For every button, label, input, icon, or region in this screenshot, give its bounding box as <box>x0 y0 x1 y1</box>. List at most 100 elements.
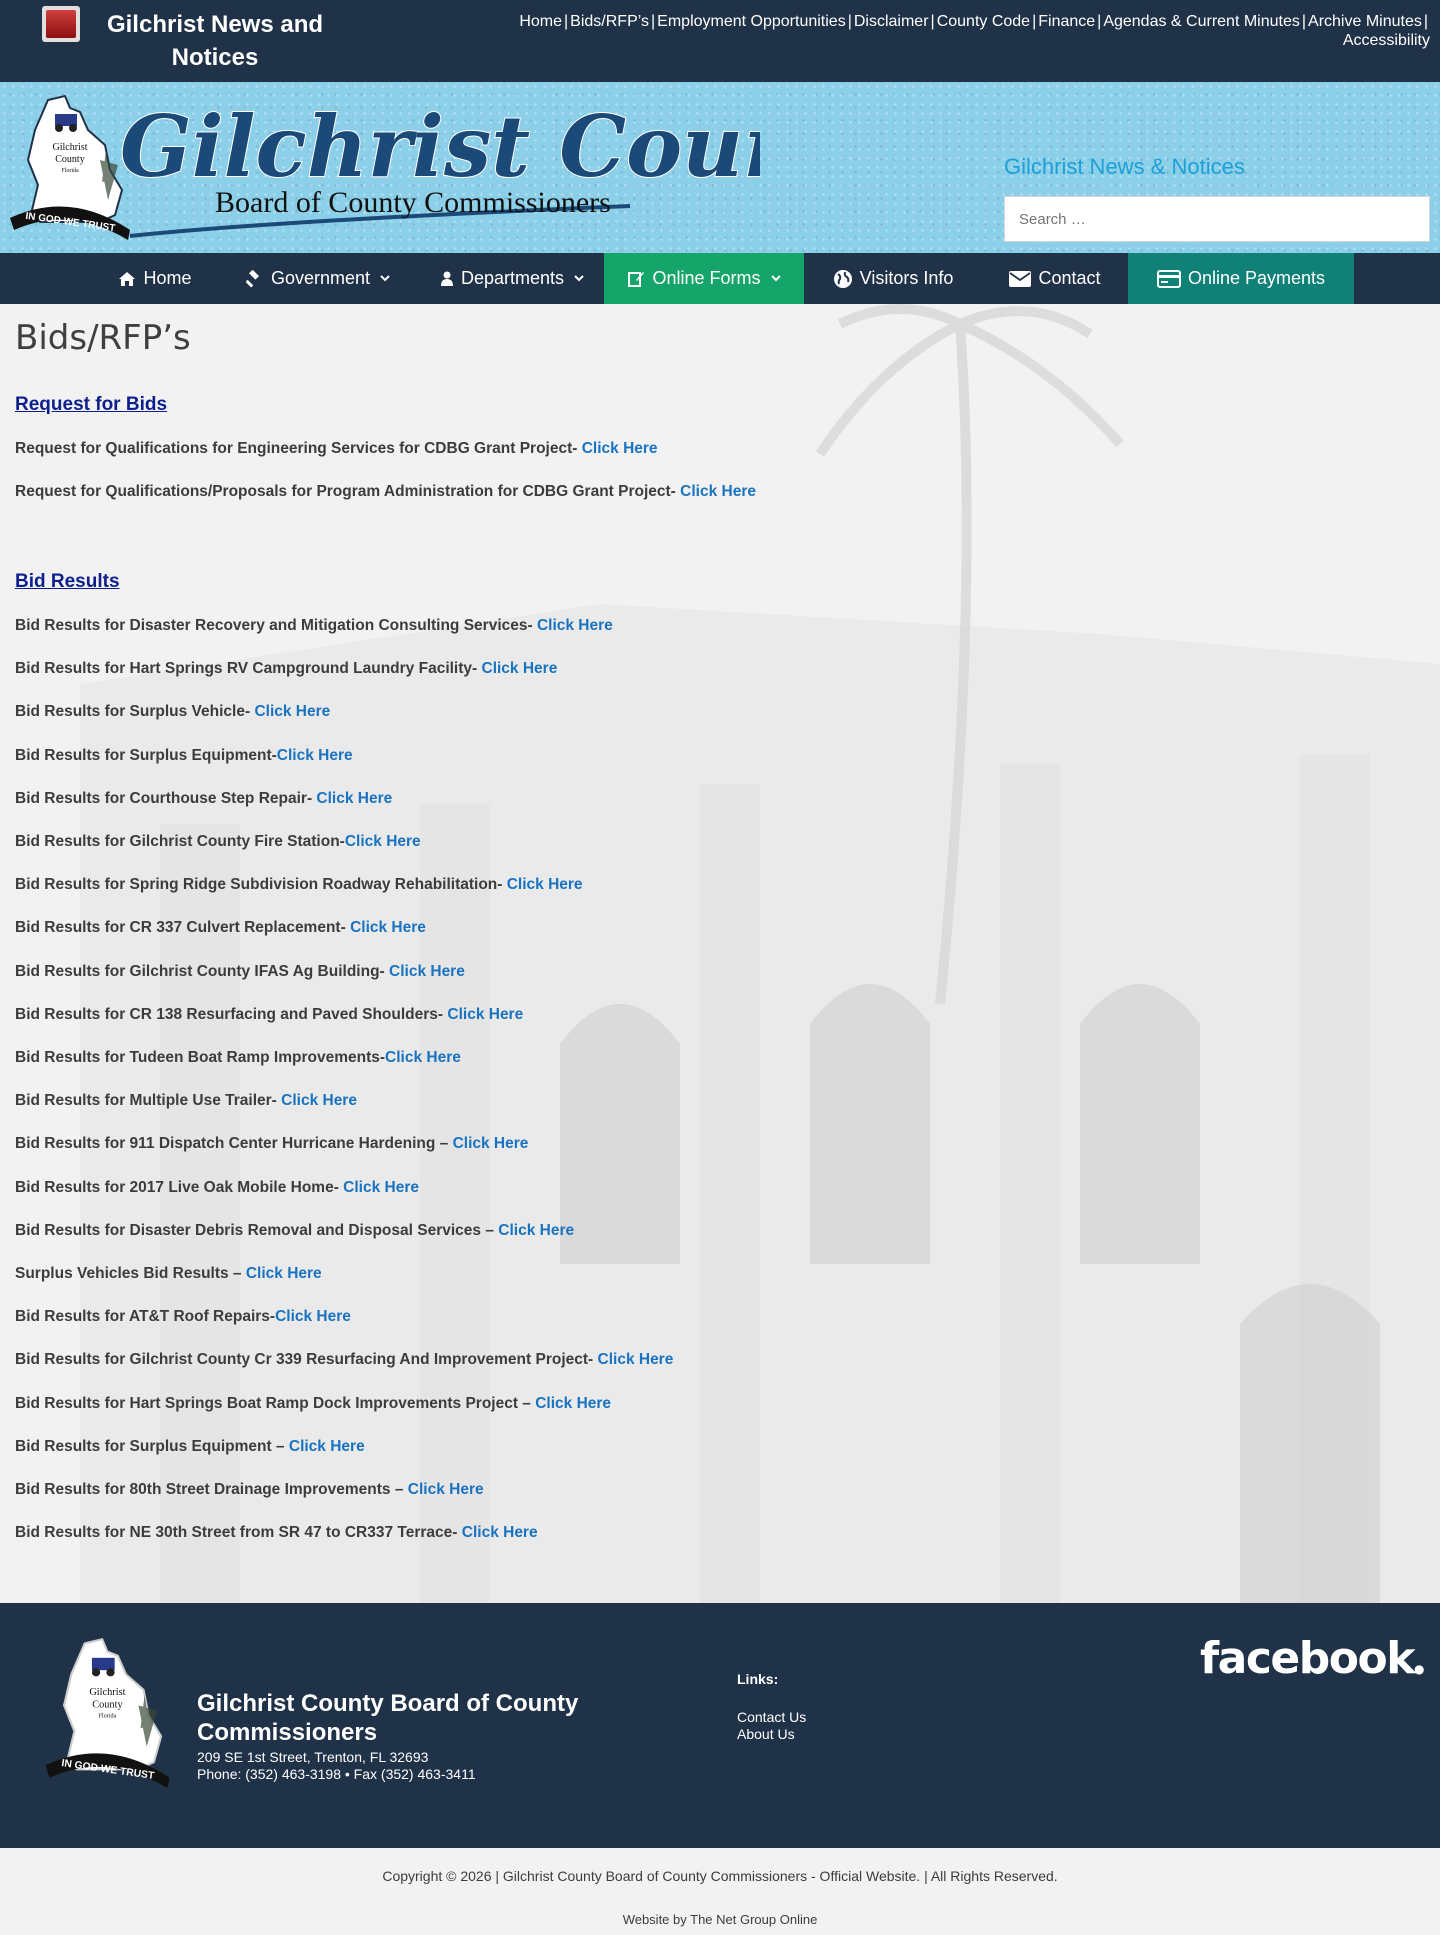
top-link-county-code[interactable]: County Code <box>937 13 1030 30</box>
edit-form-icon <box>628 271 645 287</box>
facebook-icon[interactable]: facebook● <box>1200 1633 1424 1684</box>
bid-result-row: Bid Results for Gilchrist County Cr 339 … <box>15 1351 673 1369</box>
nav-online-forms-label: Online Forms <box>652 268 761 288</box>
bid-result-click-here-link[interactable]: Click Here <box>598 1351 674 1368</box>
gavel-icon <box>245 269 259 288</box>
request-click-here-link[interactable]: Click Here <box>582 440 658 457</box>
bid-result-click-here-link[interactable]: Click Here <box>254 703 330 720</box>
facebook-wordmark: facebook <box>1200 1633 1415 1684</box>
bid-result-click-here-link[interactable]: Click Here <box>281 1092 357 1109</box>
bid-result-row: Bid Results for 911 Dispatch Center Hurr… <box>15 1135 528 1153</box>
bid-result-row: Bid Results for Disaster Debris Removal … <box>15 1222 574 1240</box>
request-text: Request for Qualifications/Proposals for… <box>15 483 681 500</box>
bid-result-click-here-link[interactable]: Click Here <box>316 790 392 807</box>
nav-online-payments[interactable]: Online Payments <box>1128 253 1354 304</box>
nav-government[interactable]: Government <box>230 253 406 304</box>
bid-result-text: Bid Results for Gilchrist County IFAS Ag… <box>15 962 390 980</box>
bid-result-click-here-link[interactable]: Click Here <box>345 833 421 850</box>
nav-visitors-info[interactable]: Visitors Info <box>818 253 968 304</box>
footer-phone: Phone: (352) 463-3198 • Fax (352) 463-34… <box>197 1766 476 1782</box>
search-input[interactable] <box>1004 196 1430 242</box>
bid-result-row: Bid Results for NE 30th Street from SR 4… <box>15 1524 538 1542</box>
top-link-finance[interactable]: Finance <box>1038 13 1095 30</box>
bid-result-click-here-link[interactable]: Click Here <box>498 1222 574 1239</box>
svg-text:County: County <box>92 1699 123 1710</box>
bid-result-click-here-link[interactable]: Click Here <box>453 1135 529 1152</box>
bid-result-click-here-link[interactable]: Click Here <box>462 1524 538 1541</box>
bid-result-click-here-link[interactable]: Click Here <box>385 1049 461 1066</box>
svg-text:Gilchrist: Gilchrist <box>89 1687 125 1698</box>
county-logo-text[interactable]: Gilchrist County Board of County Commiss… <box>110 86 760 246</box>
nav-online-forms[interactable]: Online Forms <box>604 253 804 304</box>
bid-result-row: Bid Results for CR 337 Culvert Replaceme… <box>15 919 426 937</box>
bid-result-click-here-link[interactable]: Click Here <box>447 1006 523 1023</box>
top-link-separator: | <box>651 13 656 30</box>
news-notices-title[interactable]: Gilchrist News & Notices <box>1004 154 1245 180</box>
home-icon <box>119 271 136 286</box>
nav-contact-label: Contact <box>1038 268 1101 288</box>
bid-result-click-here-link[interactable]: Click Here <box>535 1395 611 1412</box>
bid-result-text: Bid Results for Courthouse Step Repair- <box>15 789 317 807</box>
bid-result-text: Bid Results for 80th Street Drainage Imp… <box>15 1481 408 1498</box>
site-credit[interactable]: Website by The Net Group Online <box>0 1912 1440 1927</box>
bid-result-text: Bid Results for CR 337 Culvert Replaceme… <box>15 919 351 937</box>
bid-result-click-here-link[interactable]: Click Here <box>350 919 426 936</box>
bid-result-row: Bid Results for Surplus Vehicle- Click H… <box>15 703 330 721</box>
top-link-disclaimer[interactable]: Disclaimer <box>854 13 929 30</box>
bid-result-text: Bid Results for Disaster Debris Removal … <box>15 1221 499 1239</box>
bid-result-click-here-link[interactable]: Click Here <box>289 1438 365 1455</box>
bid-result-row: Bid Results for Hart Springs Boat Ramp D… <box>15 1395 611 1413</box>
bid-result-click-here-link[interactable]: Click Here <box>389 963 465 980</box>
bid-results-heading[interactable]: Bid Results <box>15 571 120 593</box>
footer-link-contact-us[interactable]: Contact Us <box>737 1709 806 1725</box>
top-link-bids-rfp-s[interactable]: Bids/RFP’s <box>570 13 649 30</box>
top-link-employment-opportunities[interactable]: Employment Opportunities <box>657 13 846 30</box>
person-icon <box>440 271 453 286</box>
top-link-accessibility[interactable]: Accessibility <box>1343 32 1430 49</box>
top-bar: Gilchrist News and Notices Home | Bids/RFP… <box>0 0 1440 82</box>
top-link-separator: | <box>930 13 935 30</box>
bid-result-text: Bid Results for CR 138 Resurfacing and P… <box>15 1005 448 1023</box>
bid-result-click-here-link[interactable]: Click Here <box>246 1265 322 1282</box>
footer-links-heading: Links: <box>737 1671 779 1687</box>
footer-link-about-us[interactable]: About Us <box>737 1726 795 1742</box>
bid-result-click-here-link[interactable]: Click Here <box>343 1179 419 1196</box>
nav-contact[interactable]: Contact <box>990 253 1120 304</box>
nav-departments[interactable]: Departments <box>422 253 602 304</box>
bid-result-row: Bid Results for Surplus Equipment-Click … <box>15 747 353 765</box>
top-link-separator: | <box>847 13 852 30</box>
bid-result-text: Bid Results for Multiple Use Trailer- <box>15 1092 282 1110</box>
bid-result-row: Bid Results for Tudeen Boat Ramp Improve… <box>15 1049 461 1067</box>
nav-home[interactable]: Home <box>100 253 210 304</box>
footer-title: Gilchrist County Board of County Commiss… <box>197 1690 579 1746</box>
svg-text:County: County <box>55 154 84 165</box>
top-link-separator: | <box>1423 13 1428 30</box>
bid-result-row: Bid Results for Gilchrist County IFAS Ag… <box>15 963 465 981</box>
top-links: Home | Bids/RFP’s | Employment Opportunities… <box>430 12 1430 50</box>
bid-result-text: Bid Results for Surplus Equipment- <box>15 746 277 764</box>
top-link-agendas-current-minutes[interactable]: Agendas & Current Minutes <box>1103 13 1300 30</box>
bid-result-text: Bid Results for Hart Springs RV Campgrou… <box>15 660 482 678</box>
nav-online-payments-label: Online Payments <box>1187 268 1326 288</box>
bid-result-text: Bid Results for Hart Springs Boat Ramp D… <box>15 1394 536 1412</box>
request-row: Request for Qualifications for Engineeri… <box>15 440 658 458</box>
bid-result-click-here-link[interactable]: Click Here <box>537 617 613 634</box>
request-click-here-link[interactable]: Click Here <box>680 483 756 500</box>
bid-result-click-here-link[interactable]: Click Here <box>482 660 558 677</box>
top-link-archive-minutes[interactable]: Archive Minutes <box>1308 13 1422 30</box>
bid-result-text: Bid Results for Spring Ridge Subdivision… <box>15 876 507 894</box>
chevron-down-icon <box>380 275 390 282</box>
request-for-bids-heading[interactable]: Request for Bids <box>15 394 167 416</box>
footer: Gilchrist County Florida IN GOD WE TRUST… <box>0 1603 1440 1848</box>
svg-text:Gilchrist County: Gilchrist County <box>120 97 760 196</box>
news-alert-title[interactable]: Gilchrist News and Notices <box>90 8 340 74</box>
svg-text:Florida: Florida <box>98 1713 116 1720</box>
bid-result-text: Bid Results for 2017 Live Oak Mobile Hom… <box>15 1178 344 1196</box>
bid-result-click-here-link[interactable]: Click Here <box>277 747 353 764</box>
bid-result-click-here-link[interactable]: Click Here <box>507 876 583 893</box>
nav-home-label: Home <box>143 268 192 288</box>
bid-result-click-here-link[interactable]: Click Here <box>275 1308 351 1325</box>
top-link-home[interactable]: Home <box>519 13 562 30</box>
bid-result-text: Surplus Vehicles Bid Results – <box>15 1265 246 1282</box>
bid-result-click-here-link[interactable]: Click Here <box>408 1481 484 1498</box>
